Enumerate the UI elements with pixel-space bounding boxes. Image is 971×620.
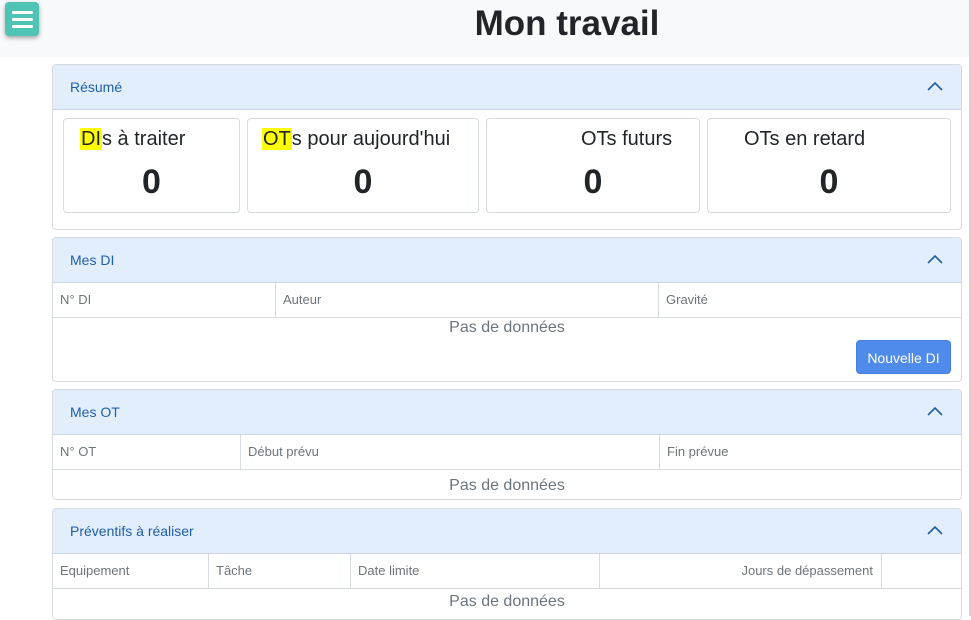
empty-message: Pas de données bbox=[449, 477, 565, 494]
table-header: N° OT Début prévu Fin prévue bbox=[53, 435, 961, 470]
card-label: OTs en retard bbox=[744, 128, 866, 150]
card-label: OTs pour aujourd'hui bbox=[262, 128, 451, 150]
summary-panel-title: Résumé bbox=[70, 79, 123, 95]
empty-message: Pas de données bbox=[449, 319, 565, 336]
column-header-actions bbox=[882, 554, 961, 588]
empty-message: Pas de données bbox=[449, 593, 565, 610]
column-header-ot-number[interactable]: N° OT bbox=[53, 435, 241, 469]
column-header-days-overdue[interactable]: Jours de dépassement bbox=[600, 554, 882, 588]
mes-di-panel-header[interactable]: Mes DI bbox=[53, 238, 961, 283]
preventifs-panel-header[interactable]: Préventifs à réaliser bbox=[53, 509, 961, 554]
preventifs-panel: Préventifs à réaliser Equipement Tâche D… bbox=[52, 508, 962, 620]
column-header-planned-end[interactable]: Fin prévue bbox=[660, 435, 961, 469]
summary-panel-header[interactable]: Résumé bbox=[53, 65, 961, 110]
page-title: Mon travail bbox=[474, 4, 660, 43]
column-header-equipment[interactable]: Equipement bbox=[53, 554, 209, 588]
highlight-text: DI bbox=[80, 128, 102, 150]
summary-card-ot-future[interactable]: OTs futurs 0 bbox=[486, 118, 700, 213]
new-di-button[interactable]: Nouvelle DI bbox=[856, 340, 951, 374]
summary-card-ot-late[interactable]: OTs en retard 0 bbox=[707, 118, 951, 213]
card-label: DIs à traiter bbox=[80, 128, 186, 150]
mes-ot-panel: Mes OT N° OT Début prévu Fin prévue Pas … bbox=[52, 389, 962, 500]
card-value: 0 bbox=[142, 163, 161, 201]
chevron-up-icon[interactable] bbox=[927, 81, 943, 91]
column-header-deadline[interactable]: Date limite bbox=[351, 554, 600, 588]
mes-ot-panel-title: Mes OT bbox=[70, 404, 120, 420]
mes-di-panel: Mes DI N° DI Auteur Gravité Pas de donné… bbox=[52, 237, 962, 382]
card-value: 0 bbox=[353, 163, 373, 201]
table-header: N° DI Auteur Gravité bbox=[53, 283, 961, 318]
chevron-up-icon[interactable] bbox=[927, 406, 943, 416]
column-header-severity[interactable]: Gravité bbox=[659, 283, 961, 317]
summary-panel: Résumé DIs à traiter 0 OTs pour aujourd'… bbox=[52, 64, 962, 230]
column-header-di-number[interactable]: N° DI bbox=[53, 283, 276, 317]
summary-card-ot-today[interactable]: OTs pour aujourd'hui 0 bbox=[247, 118, 479, 213]
column-header-planned-start[interactable]: Début prévu bbox=[241, 435, 660, 469]
chevron-up-icon[interactable] bbox=[927, 254, 943, 264]
card-value: 0 bbox=[583, 163, 603, 201]
chevron-up-icon[interactable] bbox=[927, 525, 943, 535]
column-header-author[interactable]: Auteur bbox=[276, 283, 659, 317]
card-label: OTs futurs bbox=[581, 128, 673, 150]
card-value: 0 bbox=[819, 163, 839, 201]
mes-ot-panel-header[interactable]: Mes OT bbox=[53, 390, 961, 435]
preventifs-panel-title: Préventifs à réaliser bbox=[70, 523, 194, 539]
highlight-text: OT bbox=[262, 128, 292, 150]
mes-di-panel-title: Mes DI bbox=[70, 252, 115, 268]
table-header: Equipement Tâche Date limite Jours de dé… bbox=[53, 554, 961, 589]
summary-card-di-to-process[interactable]: DIs à traiter 0 bbox=[63, 118, 240, 213]
column-header-task[interactable]: Tâche bbox=[209, 554, 351, 588]
